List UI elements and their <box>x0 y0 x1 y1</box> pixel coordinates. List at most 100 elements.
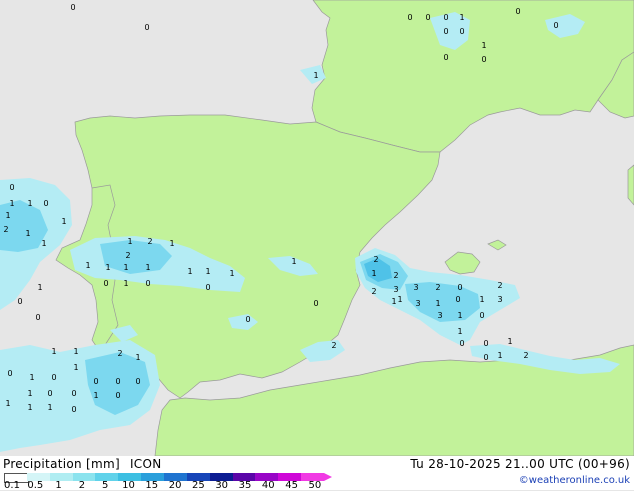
rain-amount-label: 0 <box>245 315 250 324</box>
rain-amount-label: 1 <box>145 263 150 272</box>
rain-amount-label: 2 <box>147 237 152 246</box>
rain-amount-label: 1 <box>123 279 128 288</box>
rain-amount-label: 1 <box>73 347 78 356</box>
rain-amount-label: 0 <box>205 283 210 292</box>
rain-amount-label: 3 <box>393 285 398 294</box>
rain-amount-label: 1 <box>187 267 192 276</box>
rain-amount-label: 0 <box>115 377 120 386</box>
rain-amount-label: 1 <box>37 283 42 292</box>
rain-amount-label: 1 <box>27 403 32 412</box>
rain-amount-label: 0 <box>17 297 22 306</box>
credit-link[interactable]: ©weatheronline.co.uk <box>519 475 630 486</box>
rain-amount-label: 1 <box>41 239 46 248</box>
title-text: Precipitation [mm] <box>3 457 120 471</box>
rain-amount-label: 0 <box>443 53 448 62</box>
rain-amount-label: 0 <box>135 377 140 386</box>
land-corsica <box>627 164 634 206</box>
rain-amount-label: 0 <box>51 373 56 382</box>
rain-amount-label: 1 <box>93 391 98 400</box>
rain-amount-label: 0 <box>483 353 488 362</box>
rain-amount-label: 2 <box>435 283 440 292</box>
rain-amount-label: 1 <box>123 263 128 272</box>
rain-amount-label: 1 <box>25 229 30 238</box>
rain-amount-label: 0 <box>553 21 558 30</box>
rain-amount-label: 0 <box>483 339 488 348</box>
rain-amount-label: 0 <box>103 279 108 288</box>
rain-amount-label: 1 <box>479 295 484 304</box>
rain-amount-label: 1 <box>85 261 90 270</box>
rain-amount-label: 0 <box>71 389 76 398</box>
rain-amount-label: 0 <box>9 183 14 192</box>
rain-amount-label: 0 <box>479 311 484 320</box>
rain-amount-label: 0 <box>443 13 448 22</box>
rain-amount-label: 0 <box>425 13 430 22</box>
rain-amount-label: 0 <box>71 405 76 414</box>
rain-amount-label: 2 <box>393 271 398 280</box>
rain-amount-label: 1 <box>457 327 462 336</box>
rain-amount-label: 1 <box>73 363 78 372</box>
rain-amount-label: 1 <box>397 295 402 304</box>
legend-arrow <box>324 473 332 481</box>
rain-amount-label: 1 <box>47 403 52 412</box>
rain-amount-label: 2 <box>497 281 502 290</box>
rain-amount-label: 1 <box>497 351 502 360</box>
rain-amount-label: 0 <box>145 279 150 288</box>
rain-amount-label: 1 <box>5 211 10 220</box>
rain-amount-label: 1 <box>135 353 140 362</box>
rain-amount-label: 2 <box>373 255 378 264</box>
rain-amount-label: 1 <box>459 13 464 22</box>
rain-amount-label: 0 <box>459 27 464 36</box>
rain-amount-label: 0 <box>70 3 75 12</box>
rain-amount-label: 0 <box>481 55 486 64</box>
rain-amount-label: 2 <box>125 251 130 260</box>
rain-amount-label: 3 <box>415 299 420 308</box>
rain-amount-label: 0 <box>47 389 52 398</box>
bottom-bar: Precipitation [mm] ICON Tu 28-10-2025 21.… <box>0 456 634 491</box>
rain-amount-label: 1 <box>105 263 110 272</box>
color-legend <box>4 473 332 483</box>
rain-amount-label: 0 <box>43 199 48 208</box>
rain-amount-label: 0 <box>457 283 462 292</box>
map-canvas: 000 0 0 1000 0101001 1 0112 11 1 2211 1 1 1 1 110 1 0 010… <box>0 0 634 456</box>
rain-amount-label: 0 <box>313 299 318 308</box>
rain-amount-label: 1 <box>435 299 440 308</box>
rain-amount-label: 2 <box>3 225 8 234</box>
model-name: ICON <box>129 457 162 471</box>
rain-amount-label: 1 <box>127 237 132 246</box>
rain-amount-label: 2 <box>117 349 122 358</box>
rain-amount-label: 1 <box>291 257 296 266</box>
rain-amount-label: 1 <box>27 199 32 208</box>
rain-amount-label: 0 <box>115 391 120 400</box>
rain-amount-label: 2 <box>371 287 376 296</box>
rain-amount-label: 0 <box>407 13 412 22</box>
rain-amount-label: 3 <box>497 295 502 304</box>
rain-amount-label: 1 <box>507 337 512 346</box>
rain-amount-label: 1 <box>229 269 234 278</box>
rain-amount-label: 0 <box>7 369 12 378</box>
rain-amount-label: 1 <box>9 199 14 208</box>
rain-amount-label: 3 <box>413 283 418 292</box>
validity-time: Tu 28-10-2025 21..00 UTC (00+96) <box>410 457 630 471</box>
rain-amount-label: 1 <box>29 373 34 382</box>
rain-amount-label: 0 <box>459 339 464 348</box>
rain-amount-label: 0 <box>144 23 149 32</box>
rain-amount-label: 1 <box>205 267 210 276</box>
rain-amount-label: 1 <box>51 347 56 356</box>
rain-amount-label: 3 <box>437 311 442 320</box>
rain-amount-label: 1 <box>5 399 10 408</box>
rain-amount-label: 2 <box>331 341 336 350</box>
rain-amount-label: 1 <box>371 269 376 278</box>
rain-amount-label: 0 <box>455 295 460 304</box>
rain-amount-label: 1 <box>27 389 32 398</box>
rain-amount-label: 1 <box>169 239 174 248</box>
map-title: Precipitation [mm] ICON <box>3 457 162 471</box>
rain-amount-label: 0 <box>35 313 40 322</box>
rain-amount-label: 0 <box>443 27 448 36</box>
rain-amount-label: 1 <box>61 217 66 226</box>
rain-amount-label: 1 <box>313 71 318 80</box>
precipitation-map[interactable]: 0000010000101001101121112211111111010010… <box>0 0 634 456</box>
rain-amount-label: 1 <box>391 297 396 306</box>
rain-amount-label: 1 <box>481 41 486 50</box>
rain-amount-label: 0 <box>93 377 98 386</box>
rain-amount-label: 0 <box>515 7 520 16</box>
